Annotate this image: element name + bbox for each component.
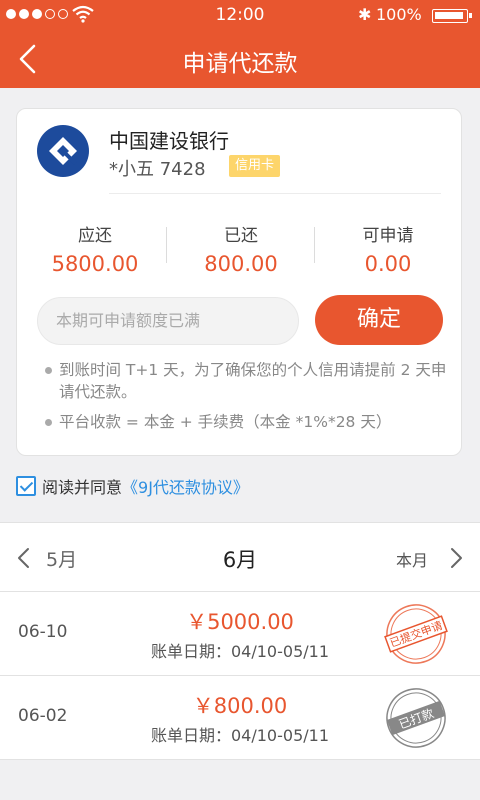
stat-label: 应还 (78, 226, 112, 246)
stamp-text: 已提交申请 (388, 618, 444, 650)
paid-stamp-icon: 已打款 (386, 688, 446, 748)
stat-due: 应还 5800.00 (21, 221, 169, 276)
stat-label: 已还 (224, 226, 258, 246)
list-item[interactable]: 06-02 ￥800.00 账单日期：04/10-05/11 已打款 (0, 676, 480, 760)
submitted-stamp-icon: 已提交申请 (384, 604, 448, 664)
agreement-row: 阅读并同意 《9J代还款协议》 (16, 474, 249, 498)
note-item: 到账时间 T+1 天，为了确保您的个人信用请提前 2 天申请代还款。 (45, 359, 449, 403)
stat-paid: 已还 800.00 (167, 221, 315, 276)
repayment-stats: 应还 5800.00 已还 800.00 可申请 0.00 (17, 221, 463, 281)
confirm-button[interactable]: 确定 (315, 295, 443, 345)
repayment-card: 中国建设银行 *小五 7428 信用卡 应还 5800.00 已还 800.00… (16, 108, 462, 456)
battery-percentage: 100% (376, 5, 422, 24)
bill-list: 06-10 ￥5000.00 账单日期：04/10-05/11 已提交申请 06… (0, 592, 480, 760)
card-account: *小五 7428 (109, 159, 206, 180)
chevron-right-icon[interactable] (448, 547, 464, 569)
page-title: 申请代还款 (182, 51, 298, 77)
amount-input[interactable]: 本期可申请额度已满 (37, 297, 299, 345)
bluetooth-icon: ✱ (358, 5, 372, 24)
agreement-text: 阅读并同意 (42, 478, 123, 497)
agreement-checkbox[interactable] (16, 476, 36, 496)
stat-value: 800.00 (204, 252, 278, 276)
battery-icon (432, 9, 472, 23)
stat-label: 可申请 (362, 226, 414, 246)
status-bar: 12:00 ✱ 100% (0, 0, 480, 30)
ccb-bank-logo-icon (37, 125, 89, 177)
list-item[interactable]: 06-10 ￥5000.00 账单日期：04/10-05/11 已提交申请 (0, 592, 480, 676)
notes-list: 到账时间 T+1 天，为了确保您的个人信用请提前 2 天申请代还款。 平台收款 … (45, 359, 449, 441)
agreement-link[interactable]: 《9J代还款协议》 (122, 474, 249, 498)
divider (109, 193, 441, 194)
stat-value: 5800.00 (51, 252, 139, 276)
stat-available: 可申请 0.00 (314, 221, 462, 276)
this-month-button[interactable]: 本月 (396, 547, 428, 571)
card-type-badge: 信用卡 (229, 155, 281, 177)
note-item: 平台收款 = 本金 + 手续费（本金 *1%*28 天） (45, 411, 449, 433)
navigation-bar: 申请代还款 (0, 30, 480, 88)
bottom-area (0, 762, 480, 800)
bank-name: 中国建设银行 (109, 129, 229, 153)
stat-value: 0.00 (364, 252, 412, 276)
month-navigation: 5月 6月 本月 (0, 522, 480, 592)
